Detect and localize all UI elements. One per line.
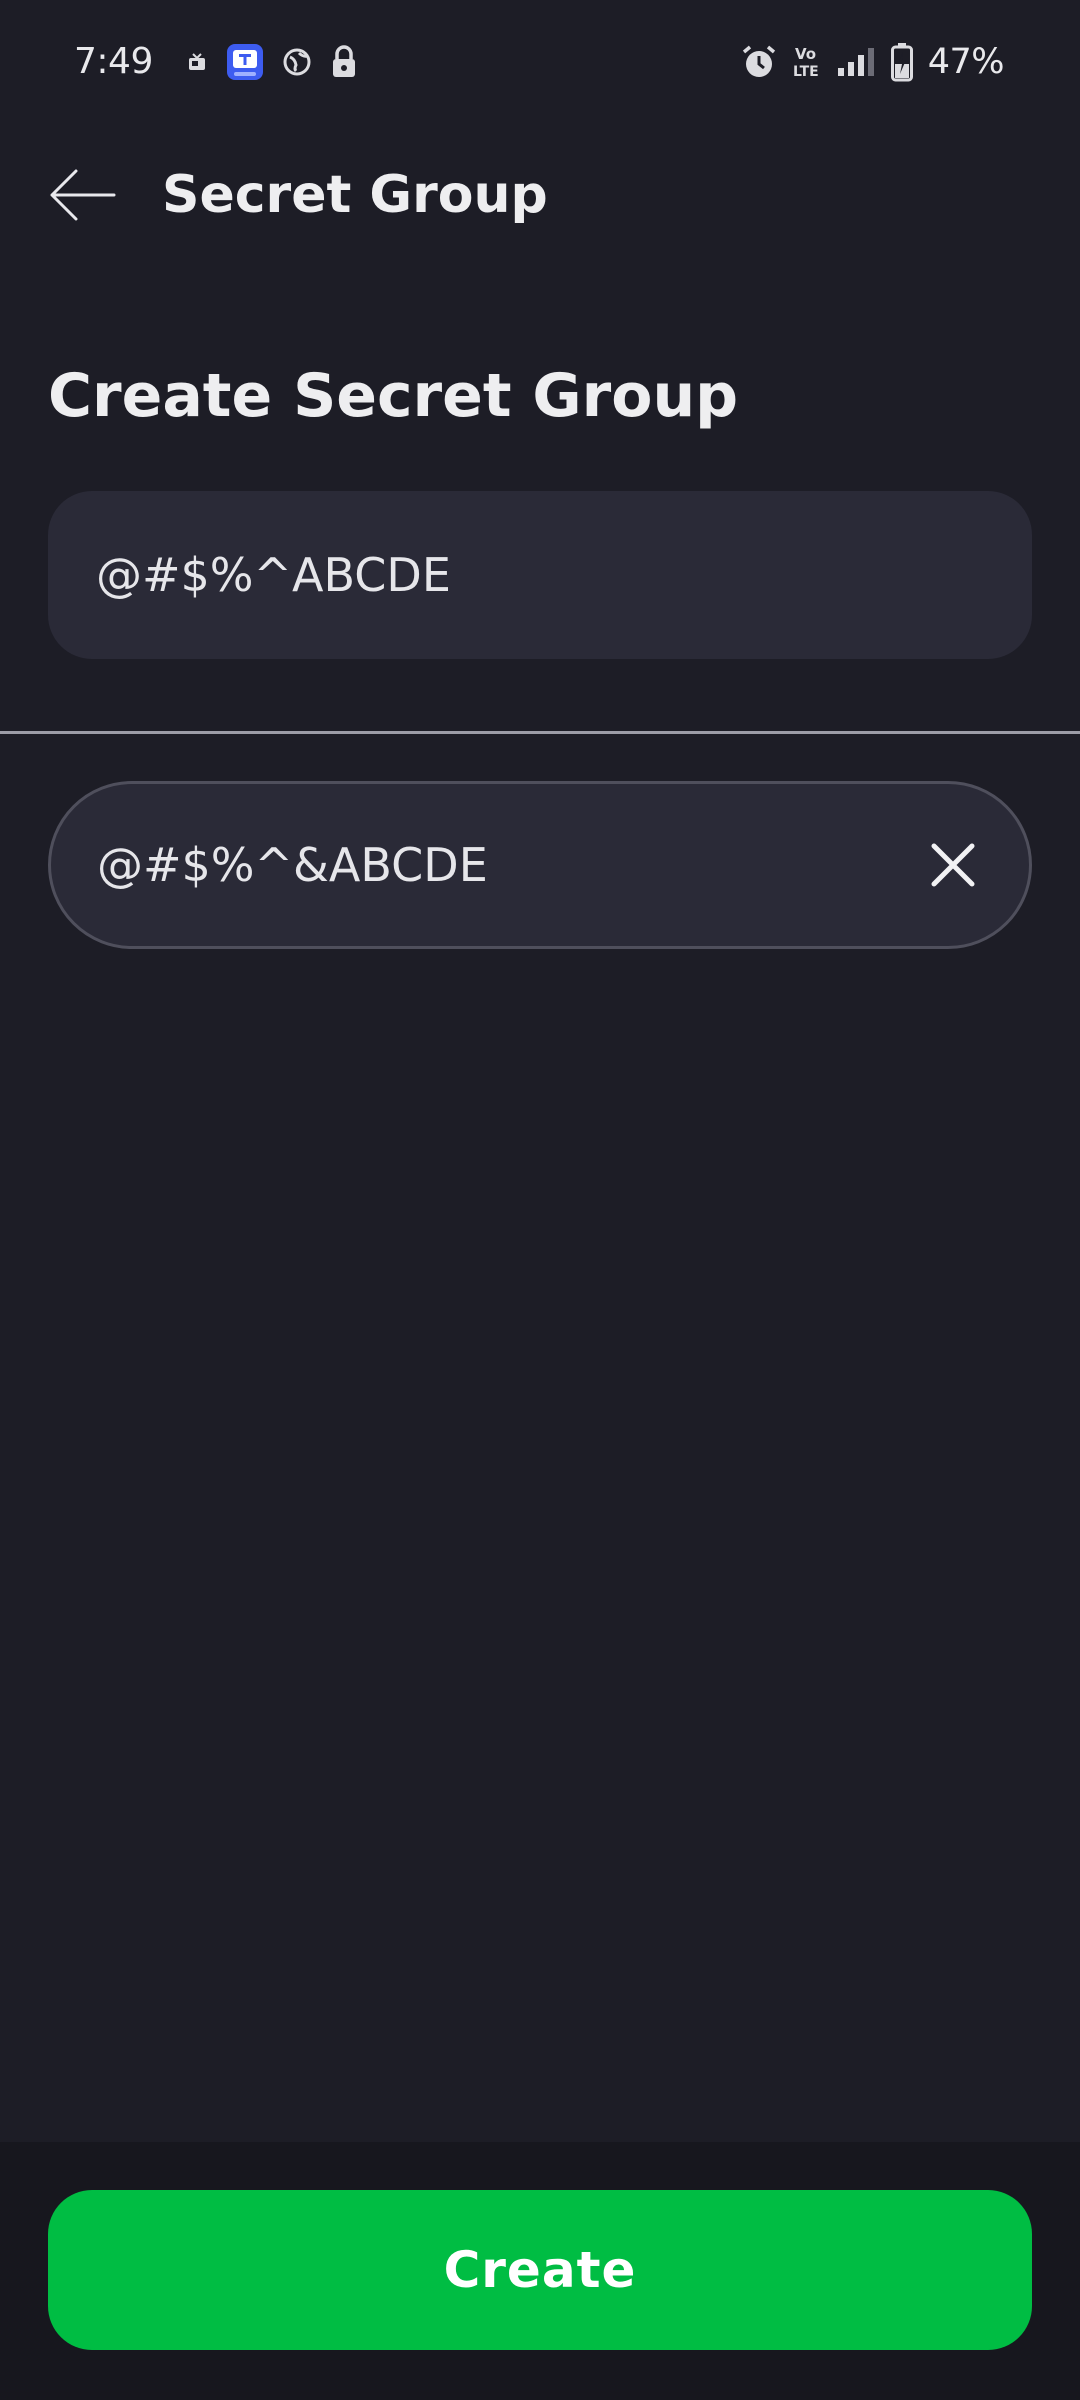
signal-icon	[837, 48, 874, 76]
battery-percent: 47%	[927, 42, 1005, 82]
screen: 7:49 Vo LTE 47% Secret Group Create Secr…	[0, 0, 1080, 2400]
group-name-field[interactable]	[48, 781, 1032, 949]
video-notification-icon	[189, 53, 205, 70]
app-bar-title: Secret Group	[162, 165, 548, 225]
volte-icon: Vo LTE	[793, 45, 819, 80]
group-name-display[interactable]: @#$%^ABCDE	[48, 491, 1032, 659]
divider	[0, 731, 1080, 734]
status-icons-right: Vo LTE 47%	[740, 38, 1005, 86]
status-icons-left	[186, 40, 358, 84]
back-button[interactable]	[40, 160, 124, 230]
svg-text:LTE: LTE	[793, 64, 819, 80]
status-time: 7:49	[74, 41, 153, 82]
group-name-display-value: @#$%^ABCDE	[96, 548, 451, 602]
app-bar: Secret Group	[0, 130, 1080, 260]
group-name-input[interactable]	[51, 784, 893, 946]
svg-text:Vo: Vo	[795, 45, 816, 63]
create-button[interactable]: Create	[48, 2190, 1032, 2350]
arrow-left-icon	[50, 169, 116, 221]
status-bar: 7:49 Vo LTE 47%	[0, 0, 1080, 125]
vpn-globe-icon	[283, 48, 311, 76]
lock-icon	[333, 45, 355, 77]
alarm-icon	[742, 45, 775, 77]
clear-button[interactable]	[893, 805, 1013, 925]
close-icon	[931, 843, 975, 887]
app-notification-icon	[227, 44, 263, 80]
bottom-bar: Create	[0, 2142, 1080, 2400]
page-heading: Create Secret Group	[48, 361, 739, 431]
battery-charging-icon	[890, 43, 913, 82]
